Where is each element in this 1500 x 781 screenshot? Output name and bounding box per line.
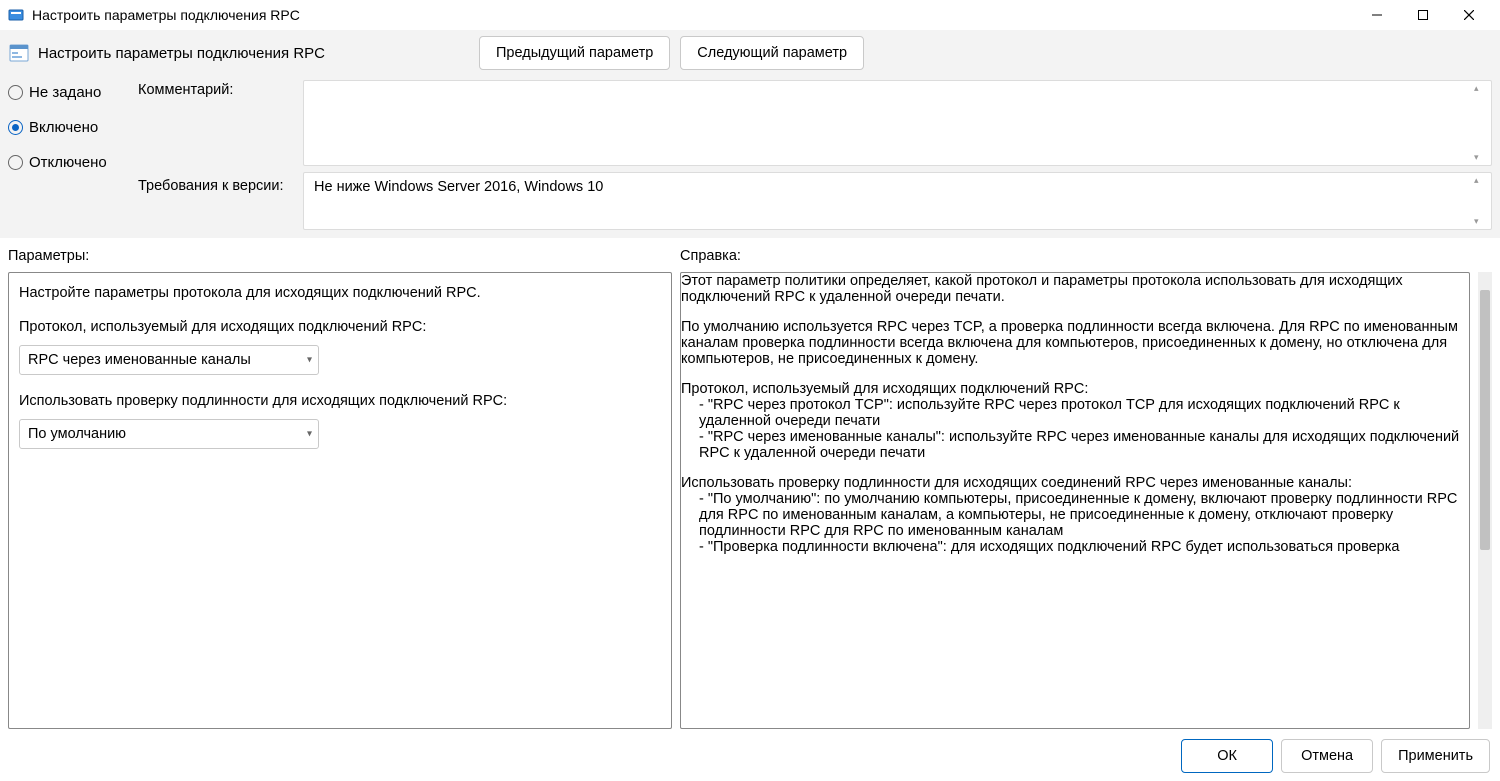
- title-bar: Настроить параметры подключения RPC: [0, 0, 1500, 30]
- dialog-footer: ОК Отмена Применить: [0, 729, 1500, 781]
- help-paragraph: Использовать проверку подлинности для ис…: [681, 475, 1469, 491]
- window-title: Настроить параметры подключения RPC: [32, 7, 1354, 23]
- help-panel: Этот параметр политики определяет, какой…: [680, 272, 1470, 729]
- help-list-item: - "RPC через именованные каналы": исполь…: [681, 429, 1469, 461]
- protocol-value: RPC через именованные каналы: [28, 352, 251, 368]
- help-list-item: - "RPC через протокол TCP": используйте …: [681, 397, 1469, 429]
- scroll-down-icon[interactable]: ▾: [1474, 216, 1488, 227]
- scroll-up-icon[interactable]: ▴: [1474, 83, 1488, 94]
- radio-label: Не задано: [29, 84, 101, 101]
- supported-textbox: Не ниже Windows Server 2016, Windows 10 …: [303, 172, 1492, 230]
- radio-enabled[interactable]: Включено: [8, 119, 138, 136]
- previous-setting-button[interactable]: Предыдущий параметр: [479, 36, 670, 70]
- cancel-button[interactable]: Отмена: [1281, 739, 1373, 773]
- options-panel: Настройте параметры протокола для исходя…: [8, 272, 672, 729]
- help-list-item: - "Проверка подлинности включена": для и…: [681, 539, 1469, 555]
- scrollbar-thumb[interactable]: [1480, 290, 1490, 550]
- protocol-combobox[interactable]: RPC через именованные каналы ▾: [19, 345, 319, 375]
- radio-not-configured[interactable]: Не задано: [8, 84, 138, 101]
- scroll-down-icon[interactable]: ▾: [1474, 152, 1488, 163]
- help-list-item: - "По умолчанию": по умолчанию компьютер…: [681, 491, 1469, 539]
- auth-combobox[interactable]: По умолчанию ▾: [19, 419, 319, 449]
- auth-label: Использовать проверку подлинности для ис…: [19, 393, 661, 409]
- ok-button[interactable]: ОК: [1181, 739, 1273, 773]
- close-button[interactable]: [1446, 0, 1492, 30]
- protocol-label: Протокол, используемый для исходящих под…: [19, 319, 661, 335]
- header-row: Настроить параметры подключения RPC Пред…: [0, 30, 1500, 80]
- help-label: Справка:: [680, 248, 1492, 264]
- page-title: Настроить параметры подключения RPC: [38, 45, 325, 62]
- maximize-button[interactable]: [1400, 0, 1446, 30]
- minimize-button[interactable]: [1354, 0, 1400, 30]
- radio-disabled[interactable]: Отключено: [8, 154, 138, 171]
- chevron-down-icon: ▾: [307, 429, 312, 440]
- policy-icon: [8, 42, 30, 64]
- auth-value: По умолчанию: [28, 426, 126, 442]
- help-scrollbar[interactable]: [1478, 272, 1492, 729]
- help-paragraph: Протокол, используемый для исходящих под…: [681, 381, 1469, 397]
- app-icon: [8, 7, 24, 23]
- help-paragraph: Этот параметр политики определяет, какой…: [681, 273, 1469, 305]
- scroll-up-icon[interactable]: ▴: [1474, 175, 1488, 186]
- next-setting-button[interactable]: Следующий параметр: [680, 36, 864, 70]
- radio-label: Включено: [29, 119, 98, 136]
- comment-textbox[interactable]: ▴▾: [303, 80, 1492, 166]
- options-label: Параметры:: [8, 248, 680, 264]
- options-heading: Настройте параметры протокола для исходя…: [19, 285, 661, 301]
- chevron-down-icon: ▾: [307, 355, 312, 366]
- apply-button[interactable]: Применить: [1381, 739, 1490, 773]
- radio-icon: [8, 120, 23, 135]
- radio-label: Отключено: [29, 154, 107, 171]
- radio-icon: [8, 85, 23, 100]
- supported-value: Не ниже Windows Server 2016, Windows 10: [314, 179, 603, 195]
- supported-label: Требования к версии:: [138, 172, 303, 194]
- help-paragraph: По умолчанию используется RPC через TCP,…: [681, 319, 1469, 367]
- comment-label: Комментарий:: [138, 80, 303, 172]
- radio-icon: [8, 155, 23, 170]
